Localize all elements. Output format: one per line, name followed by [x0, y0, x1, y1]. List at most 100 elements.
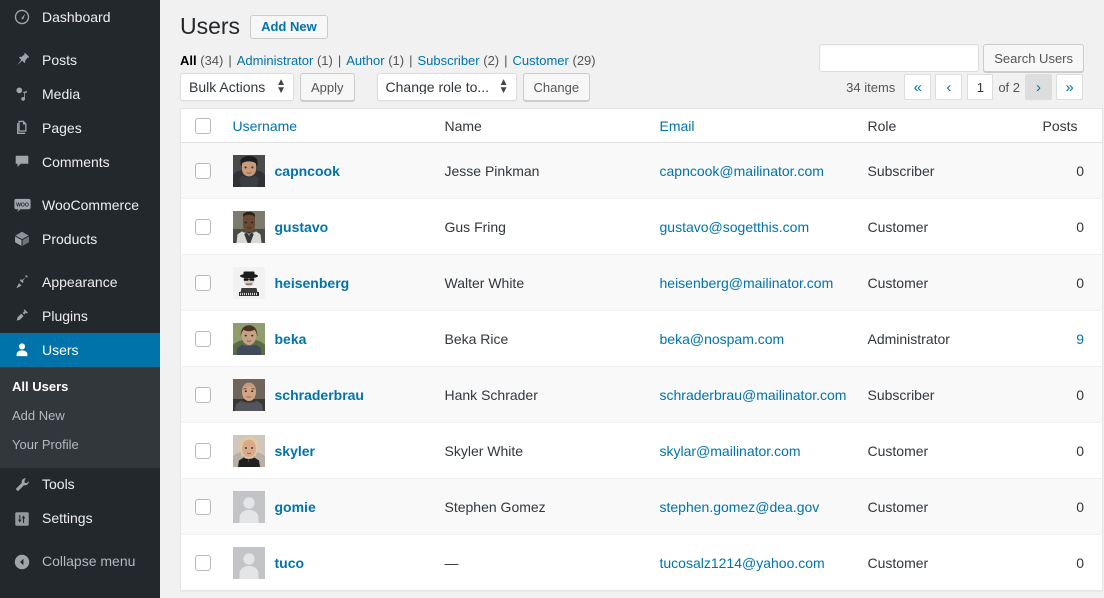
email-link[interactable]: schraderbrau@mailinator.com	[660, 387, 847, 403]
row-select-cell	[181, 311, 223, 367]
column-sort-username[interactable]: Username	[233, 118, 298, 134]
bulk-actions-select[interactable]: Bulk Actions	[180, 73, 294, 101]
username-link[interactable]: gustavo	[275, 219, 329, 235]
name-text: Hank Schrader	[445, 387, 538, 403]
email-link[interactable]: skylar@mailinator.com	[660, 443, 801, 459]
username-link[interactable]: beka	[275, 331, 307, 347]
row-checkbox[interactable]	[195, 387, 211, 403]
filter-item-author: Author (1)	[346, 53, 404, 68]
sidebar-item-woocommerce[interactable]: WOOWooCommerce	[0, 188, 160, 222]
filter-link-subscriber[interactable]: Subscriber	[417, 53, 479, 68]
sidebar-item-label: Appearance	[42, 275, 118, 290]
filter-link-all[interactable]: All	[180, 53, 197, 68]
username-cell: beka	[223, 311, 435, 367]
sidebar-item-products[interactable]: Products	[0, 222, 160, 256]
username-link[interactable]: tuco	[275, 555, 305, 571]
change-button[interactable]: Change	[523, 73, 591, 101]
username-cell: skyler	[223, 423, 435, 479]
submenu-item-add-new[interactable]: Add New	[0, 402, 160, 431]
username-cell: schraderbrau	[223, 367, 435, 423]
bulk-actions-group: Bulk Actions ▲▼ Apply Change role to... …	[180, 73, 590, 101]
column-header-name: Name	[435, 109, 650, 143]
change-role-select[interactable]: Change role to...	[377, 73, 517, 101]
table-row: bekaBeka Ricebeka@nospam.comAdministrato…	[181, 311, 1103, 367]
svg-text:WOO: WOO	[16, 202, 29, 208]
post-count: 0	[1076, 219, 1084, 235]
column-header-posts: Posts	[1033, 109, 1103, 143]
search-input[interactable]	[819, 44, 979, 72]
apply-button[interactable]: Apply	[300, 73, 355, 101]
filter-link-administrator[interactable]: Administrator	[237, 53, 314, 68]
filter-count: (1)	[317, 53, 333, 68]
username-cell: gomie	[223, 479, 435, 535]
next-page-button[interactable]: ›	[1025, 74, 1052, 100]
email-link[interactable]: tucosalz1214@yahoo.com	[660, 555, 825, 571]
row-checkbox[interactable]	[195, 443, 211, 459]
table-row: skylerSkyler Whiteskylar@mailinator.comC…	[181, 423, 1103, 479]
submenu-item-your-profile[interactable]: Your Profile	[0, 431, 160, 460]
name-text: Stephen Gomez	[445, 499, 546, 515]
row-checkbox[interactable]	[195, 555, 211, 571]
sidebar-item-plugins[interactable]: Plugins	[0, 299, 160, 333]
username-link[interactable]: capncook	[275, 163, 340, 179]
avatar	[233, 211, 265, 243]
total-pages-label: of 2	[998, 80, 1020, 95]
username-link[interactable]: heisenberg	[275, 275, 350, 291]
sidebar-item-label: Products	[42, 232, 97, 247]
last-page-button[interactable]: »	[1056, 74, 1083, 100]
collapse-menu-button[interactable]: Collapse menu	[0, 545, 160, 579]
avatar	[233, 491, 265, 523]
row-checkbox[interactable]	[195, 275, 211, 291]
avatar	[233, 267, 265, 299]
sidebar-item-dashboard[interactable]: Dashboard	[0, 0, 160, 34]
email-link[interactable]: stephen.gomez@dea.gov	[660, 499, 820, 515]
row-select-cell	[181, 367, 223, 423]
sidebar-item-comments[interactable]: Comments	[0, 145, 160, 179]
column-sort-email[interactable]: Email	[660, 118, 695, 134]
email-link[interactable]: beka@nospam.com	[660, 331, 785, 347]
sidebar-item-users[interactable]: Users	[0, 333, 160, 367]
submenu-item-all-users[interactable]: All Users	[0, 373, 160, 402]
row-checkbox[interactable]	[195, 331, 211, 347]
sidebar-item-settings[interactable]: Settings	[0, 502, 160, 536]
filter-item-subscriber: Subscriber (2)	[417, 53, 499, 68]
row-checkbox[interactable]	[195, 499, 211, 515]
search-users-button[interactable]: Search Users	[983, 44, 1084, 72]
sidebar-item-posts[interactable]: Posts	[0, 43, 160, 77]
row-select-cell	[181, 535, 223, 591]
sidebar-item-media[interactable]: Media	[0, 77, 160, 111]
select-all-checkbox[interactable]	[195, 118, 211, 134]
filter-link-author[interactable]: Author	[346, 53, 384, 68]
username-link[interactable]: gomie	[275, 499, 316, 515]
filter-count: (1)	[388, 53, 404, 68]
role-text: Customer	[868, 275, 929, 291]
email-link[interactable]: capncook@mailinator.com	[660, 163, 824, 179]
table-header-row: Username Name Email RolePosts	[181, 109, 1103, 143]
email-link[interactable]: heisenberg@mailinator.com	[660, 275, 834, 291]
row-checkbox[interactable]	[195, 163, 211, 179]
sidebar-item-label: Dashboard	[42, 10, 111, 25]
email-cell: stephen.gomez@dea.gov	[650, 479, 858, 535]
sidebar-item-appearance[interactable]: Appearance	[0, 265, 160, 299]
prev-page-button[interactable]: ‹	[935, 74, 962, 100]
username-link[interactable]: schraderbrau	[275, 387, 364, 403]
sidebar-item-tools[interactable]: Tools	[0, 468, 160, 502]
column-header-username: Username	[223, 109, 435, 143]
email-cell: schraderbrau@mailinator.com	[650, 367, 858, 423]
username-link[interactable]: skyler	[275, 443, 315, 459]
tools-icon	[11, 475, 33, 495]
users-table-body: capncookJesse Pinkmancapncook@mailinator…	[181, 143, 1103, 591]
column-header-role: Role	[858, 109, 1033, 143]
table-row: schraderbrau Hank Schrader schraderbrau@ma…	[181, 367, 1103, 423]
change-role-select-wrap: Change role to... ▲▼	[377, 73, 517, 101]
name-text: Gus Fring	[445, 219, 506, 235]
search-box: Search Users	[819, 44, 1084, 72]
sidebar-item-pages[interactable]: Pages	[0, 111, 160, 145]
row-checkbox[interactable]	[195, 219, 211, 235]
post-count-link[interactable]: 9	[1076, 331, 1084, 347]
email-link[interactable]: gustavo@sogetthis.com	[660, 219, 810, 235]
first-page-button[interactable]: «	[904, 74, 931, 100]
current-page-input[interactable]	[967, 74, 993, 100]
filter-link-customer[interactable]: Customer	[513, 53, 569, 68]
add-new-button[interactable]: Add New	[250, 15, 328, 39]
